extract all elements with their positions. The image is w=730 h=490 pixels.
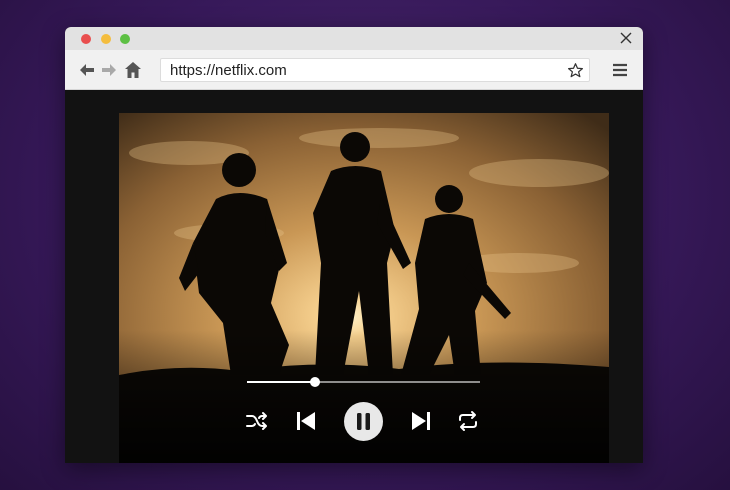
pause-icon bbox=[357, 413, 370, 430]
close-icon[interactable] bbox=[619, 31, 633, 45]
browser-toolbar: https://netflix.com bbox=[65, 50, 643, 90]
arrow-right-icon[interactable] bbox=[99, 60, 119, 80]
page-content bbox=[65, 91, 643, 463]
skip-next-icon[interactable] bbox=[407, 407, 435, 435]
arrow-left-icon[interactable] bbox=[77, 60, 97, 80]
url-text[interactable]: https://netflix.com bbox=[170, 62, 287, 79]
browser-window: https://netflix.com bbox=[65, 27, 643, 463]
pause-button[interactable] bbox=[344, 402, 383, 441]
title-bar bbox=[65, 27, 643, 50]
skip-previous-icon[interactable] bbox=[292, 407, 320, 435]
close-window-button[interactable] bbox=[81, 34, 91, 44]
progress-fill bbox=[247, 381, 315, 383]
star-icon[interactable] bbox=[567, 62, 584, 79]
hamburger-menu-icon[interactable] bbox=[611, 61, 629, 79]
repeat-icon[interactable] bbox=[454, 407, 482, 435]
progress-handle[interactable] bbox=[309, 377, 320, 387]
video-player[interactable] bbox=[119, 113, 609, 463]
minimize-window-button[interactable] bbox=[101, 34, 111, 44]
progress-bar[interactable] bbox=[247, 377, 480, 387]
address-bar[interactable]: https://netflix.com bbox=[160, 58, 590, 82]
home-icon[interactable] bbox=[123, 60, 143, 80]
shuffle-icon[interactable] bbox=[243, 407, 271, 435]
maximize-window-button[interactable] bbox=[120, 34, 130, 44]
